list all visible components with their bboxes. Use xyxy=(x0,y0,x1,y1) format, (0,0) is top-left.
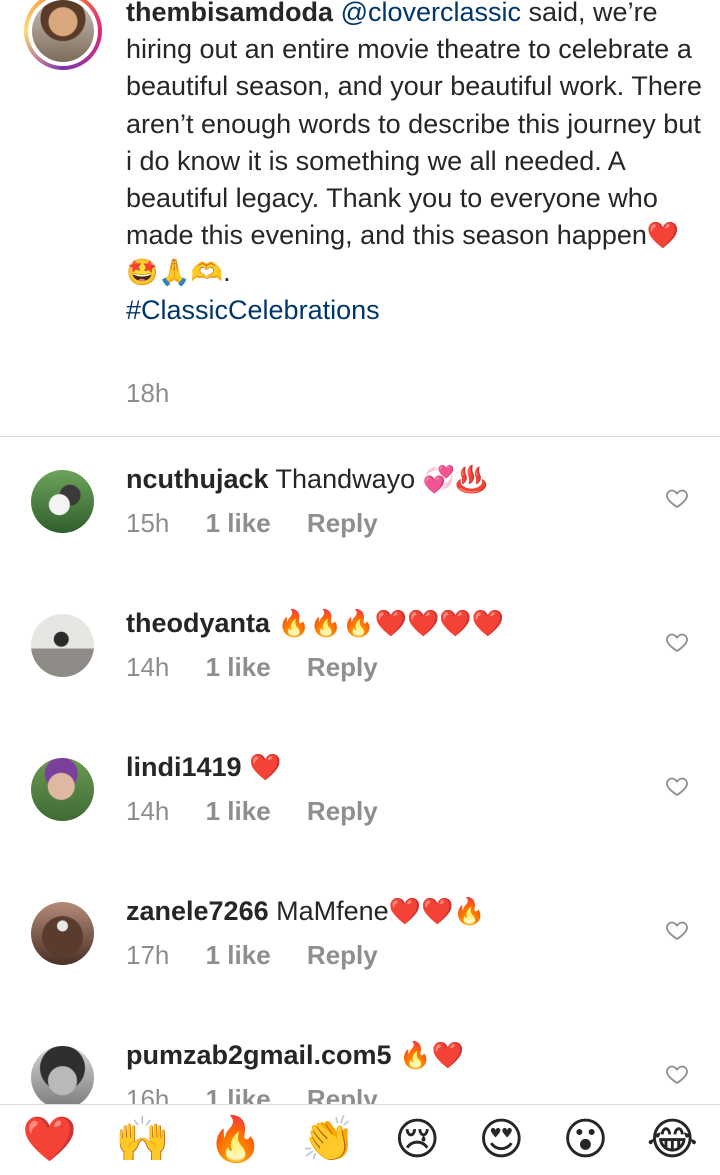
comment-meta: 17h 1 like Reply xyxy=(126,940,407,971)
comment-username[interactable]: theodyanta xyxy=(126,608,270,638)
commenter-avatar[interactable] xyxy=(31,614,94,677)
comment-body xyxy=(270,608,278,638)
caption-hashtag[interactable]: #ClassicCelebrations xyxy=(126,292,706,329)
comment-like-count[interactable]: 1 like xyxy=(206,940,271,970)
reply-button[interactable]: Reply xyxy=(307,940,378,970)
crying-face-emoji-button[interactable]: 😢 xyxy=(394,1118,440,1162)
profile-photo xyxy=(32,0,94,62)
raising-hands-emoji-button[interactable]: 🙌 xyxy=(115,1118,170,1162)
comment-emojis: 🔥🔥🔥❤️❤️❤️❤️ xyxy=(277,608,505,638)
comment-timestamp: 17h xyxy=(126,940,170,970)
tears-of-joy-emoji-button[interactable]: 😂 xyxy=(647,1118,698,1162)
caption-text: thembisamdoda @cloverclassic said, we’re… xyxy=(126,0,706,329)
comment-like-count[interactable]: 1 like xyxy=(206,652,271,682)
comment-emojis: 💞♨️ xyxy=(422,464,488,494)
commenter-avatar[interactable] xyxy=(31,758,94,821)
like-heart-icon[interactable] xyxy=(665,918,689,942)
comment-text: ncuthujack Thandwayo 💞♨️ xyxy=(126,461,487,498)
heart-eyes-emoji-button[interactable]: 😍 xyxy=(478,1118,524,1162)
comment-text: pumzab2gmail.com5 🔥❤️ xyxy=(126,1037,464,1074)
commenter-avatar[interactable] xyxy=(31,1046,94,1109)
comment-emojis: ❤️❤️🔥 xyxy=(388,896,486,926)
comment-meta: 15h 1 like Reply xyxy=(126,508,407,539)
reply-button[interactable]: Reply xyxy=(307,796,378,826)
caption-username[interactable]: thembisamdoda xyxy=(126,0,333,27)
surprised-face-emoji-button[interactable]: 😮 xyxy=(562,1118,608,1162)
like-heart-icon[interactable] xyxy=(665,774,689,798)
commenter-avatar[interactable] xyxy=(31,902,94,965)
fire-emoji-button[interactable]: 🔥 xyxy=(208,1118,263,1162)
comment-username[interactable]: ncuthujack xyxy=(126,464,269,494)
comment-text: zanele7266 MaMfene❤️❤️🔥 xyxy=(126,893,486,930)
comment-emojis: 🔥❤️ xyxy=(399,1040,464,1070)
caption-period: . xyxy=(223,257,231,288)
post-caption: thembisamdoda @cloverclassic said, we’re… xyxy=(0,0,720,437)
emoji-reaction-bar: ❤️ 🙌 🔥 👏 😢 😍 😮 😂 xyxy=(0,1104,720,1175)
comment-body xyxy=(242,752,250,782)
comment-username[interactable]: lindi1419 xyxy=(126,752,242,782)
caption-avatar[interactable] xyxy=(24,0,102,70)
comment-body xyxy=(392,1040,400,1070)
reply-button[interactable]: Reply xyxy=(307,652,378,682)
comment-item: theodyanta 🔥🔥🔥❤️❤️❤️❤️ 14h 1 like Reply xyxy=(0,608,720,755)
clapping-hands-emoji-button[interactable]: 👏 xyxy=(301,1118,356,1162)
comment-item: zanele7266 MaMfene❤️❤️🔥 17h 1 like Reply xyxy=(0,896,720,1043)
comment-username[interactable]: zanele7266 xyxy=(126,896,269,926)
comment-item: lindi1419 ❤️ 14h 1 like Reply xyxy=(0,752,720,899)
caption-mention[interactable]: @cloverclassic xyxy=(341,0,521,27)
comment-username[interactable]: pumzab2gmail.com5 xyxy=(126,1040,392,1070)
red-heart-emoji-button[interactable]: ❤️ xyxy=(22,1118,77,1162)
comment-text: theodyanta 🔥🔥🔥❤️❤️❤️❤️ xyxy=(126,605,504,642)
comment-body: Thandwayo xyxy=(268,464,423,494)
comment-timestamp: 14h xyxy=(126,652,170,682)
comment-like-count[interactable]: 1 like xyxy=(206,796,271,826)
comment-meta: 14h 1 like Reply xyxy=(126,652,407,683)
like-heart-icon[interactable] xyxy=(665,630,689,654)
comment-meta: 14h 1 like Reply xyxy=(126,796,407,827)
caption-timestamp: 18h xyxy=(126,378,170,408)
commenter-avatar[interactable] xyxy=(31,470,94,533)
reply-button[interactable]: Reply xyxy=(307,508,378,538)
comment-emojis: ❤️ xyxy=(249,752,282,782)
like-heart-icon[interactable] xyxy=(665,1062,689,1086)
comment-timestamp: 14h xyxy=(126,796,170,826)
like-heart-icon[interactable] xyxy=(665,486,689,510)
caption-body: said, we’re hiring out an entire movie t… xyxy=(126,0,702,251)
comment-like-count[interactable]: 1 like xyxy=(206,508,271,538)
comment-body: MaMfene xyxy=(268,896,389,926)
comment-timestamp: 15h xyxy=(126,508,170,538)
comment-item: ncuthujack Thandwayo 💞♨️ 15h 1 like Repl… xyxy=(0,464,720,611)
comment-text: lindi1419 ❤️ xyxy=(126,749,281,786)
